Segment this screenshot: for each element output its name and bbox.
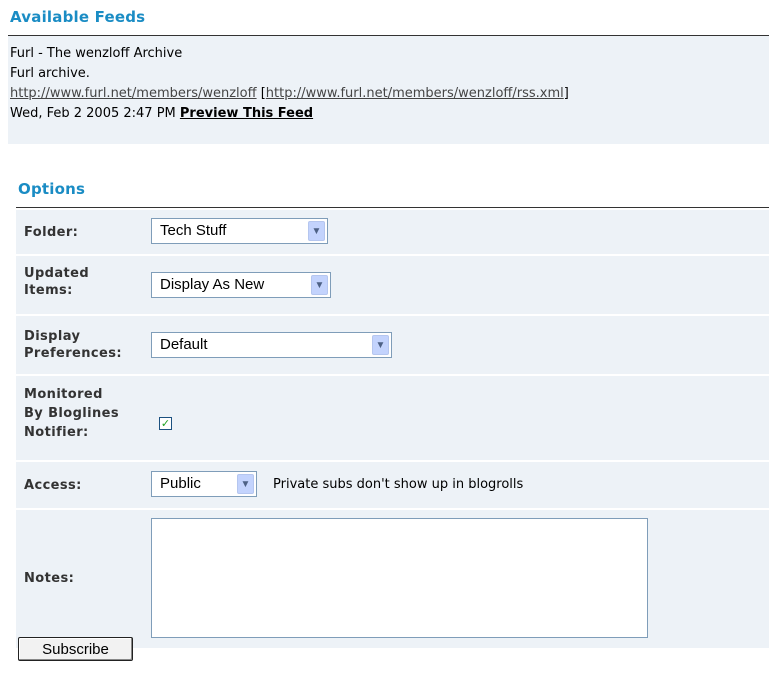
chevron-down-icon[interactable]: ▼	[237, 474, 254, 494]
available-feeds-heading: Available Feeds	[10, 8, 146, 26]
updated-items-select[interactable]: Display As New ▼	[151, 272, 331, 298]
feed-description: Furl archive.	[10, 66, 90, 81]
monitored-checkbox[interactable]: ✓	[159, 417, 172, 430]
chevron-down-icon[interactable]: ▼	[308, 221, 325, 241]
updated-items-label-line1: Updated	[24, 266, 90, 281]
updated-items-row: Updated Items: Display As New ▼	[16, 256, 769, 314]
folder-label: Folder:	[24, 225, 79, 240]
notes-textarea[interactable]	[151, 518, 648, 638]
notes-label: Notes:	[24, 571, 75, 586]
feed-title: Furl - The wenzloff Archive	[10, 46, 183, 61]
feed-date-line: Wed, Feb 2 2005 2:47 PM Preview This Fee…	[10, 106, 313, 121]
monitored-label-line1: Monitored	[24, 387, 103, 402]
display-preferences-label-line1: Display	[24, 329, 81, 344]
subscribe-button[interactable]: Subscribe	[18, 637, 133, 661]
options-divider	[16, 207, 769, 208]
notes-row: Notes:	[16, 510, 769, 648]
display-preferences-label-line2: Preferences:	[24, 346, 122, 361]
display-preferences-select[interactable]: Default ▼	[151, 332, 392, 358]
feed-urls: http://www.furl.net/members/wenzloff [ht…	[10, 86, 569, 101]
monitored-label-line2: By Bloglines	[24, 406, 120, 421]
folder-select[interactable]: Tech Stuff ▼	[151, 218, 328, 244]
updated-items-label: Updated Items:	[24, 265, 89, 299]
access-row: Access: Public ▼ Private subs don't show…	[16, 462, 769, 508]
access-hint: Private subs don't show up in blogrolls	[273, 477, 524, 492]
updated-items-label-line2: Items:	[24, 283, 73, 298]
folder-row: Folder: Tech Stuff ▼	[16, 210, 769, 254]
checkmark-icon: ✓	[160, 417, 171, 430]
rss-url-link[interactable]: http://www.furl.net/members/wenzloff/rss…	[266, 86, 564, 101]
folder-select-value: Tech Stuff	[160, 222, 227, 239]
access-select-value: Public	[160, 475, 201, 492]
display-preferences-row: Display Preferences: Default ▼	[16, 316, 769, 374]
options-heading: Options	[18, 180, 86, 198]
monitored-notifier-row: Monitored By Bloglines Notifier: ✓	[16, 376, 769, 460]
display-preferences-select-value: Default	[160, 336, 208, 353]
display-preferences-label: Display Preferences:	[24, 328, 122, 362]
monitored-label-line3: Notifier:	[24, 425, 89, 440]
chevron-down-icon[interactable]: ▼	[372, 335, 389, 355]
monitored-notifier-label: Monitored By Bloglines Notifier:	[24, 385, 119, 442]
chevron-down-icon[interactable]: ▼	[311, 275, 328, 295]
preview-feed-link[interactable]: Preview This Feed	[180, 106, 313, 121]
access-select[interactable]: Public ▼	[151, 471, 257, 497]
updated-items-select-value: Display As New	[160, 276, 265, 293]
feed-date: Wed, Feb 2 2005 2:47 PM	[10, 106, 176, 121]
access-label: Access:	[24, 478, 82, 493]
feed-info-panel: Furl - The wenzloff Archive Furl archive…	[8, 36, 769, 144]
site-url-link[interactable]: http://www.furl.net/members/wenzloff	[10, 86, 257, 101]
bracket-close: ]	[563, 86, 569, 101]
